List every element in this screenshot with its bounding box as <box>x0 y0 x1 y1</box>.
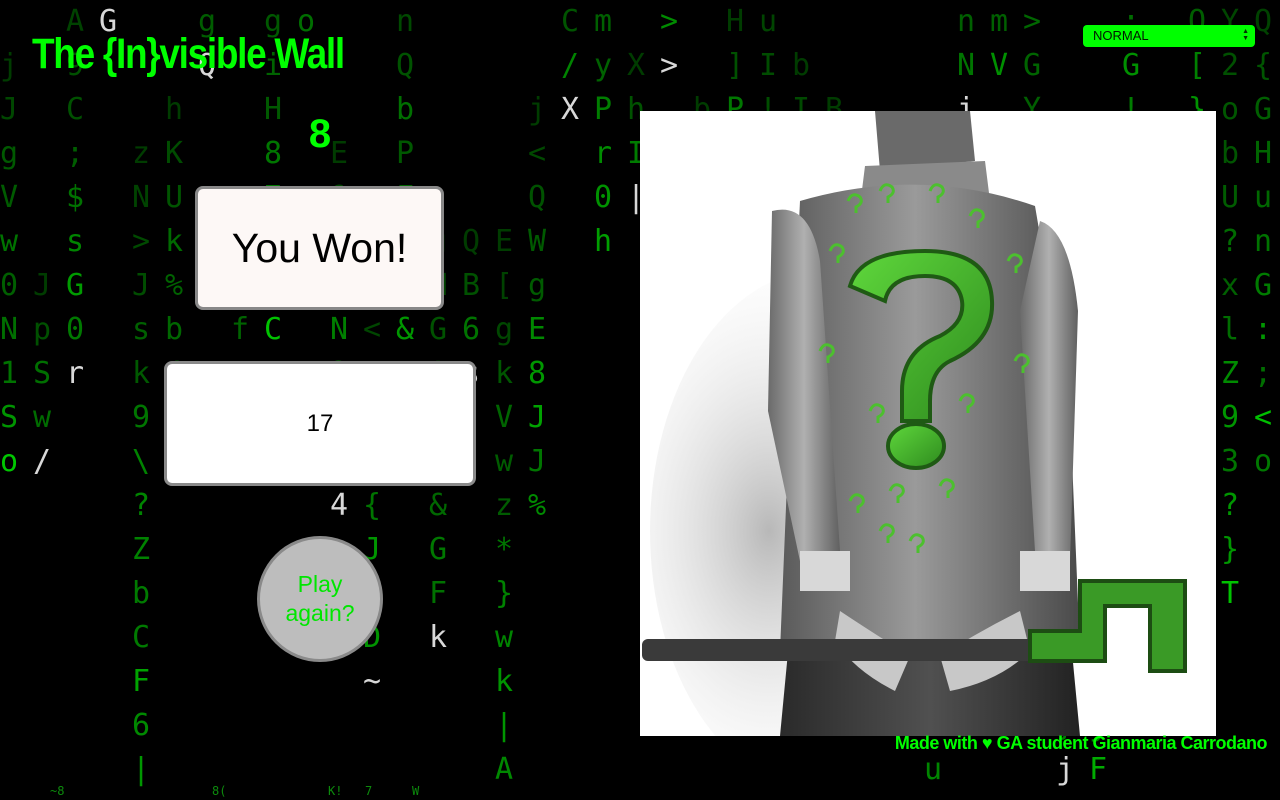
matrix-rain-column: myPr0h <box>594 4 613 259</box>
matrix-rain-column: Y 2 o b U? x l Z 9 3?} T <box>1221 4 1240 611</box>
matrix-rain-column: Jp Sw / <box>33 268 52 479</box>
matrix-rain-column: E[g k Vw z *} w k | A <box>495 224 514 787</box>
difficulty-select-value: NORMAL <box>1093 28 1149 43</box>
result-message-box: You Won! <box>195 186 444 310</box>
matrix-rain-column: jJgVw0N1So <box>0 48 19 479</box>
guess-counter: 8 <box>308 112 332 156</box>
footer-credit: Made with ♥ GA student Gianmaria Carroda… <box>894 733 1268 753</box>
riddler-image <box>640 111 1216 736</box>
app-root: jJgVw0N1So Jp Sw / A 9 C; $ s G 0 r G z N > Js k 9 \? Zb… <box>0 0 1280 800</box>
page-title: The {In}visible Wall <box>32 30 345 78</box>
difficulty-select[interactable]: NORMAL ▲ ▼ <box>1083 25 1255 47</box>
play-again-button[interactable]: Play again? <box>257 536 383 662</box>
matrix-rain-column: Q{G Hu n G:; < o <box>1254 4 1273 479</box>
matrix-rain-column: z N > Js k 9 \? Zb C F 6 | <box>132 136 151 787</box>
play-again-label: Play again? <box>285 571 355 626</box>
matrix-rain-column: A 9 C; $ s G 0 r <box>66 4 85 391</box>
matrix-rain-bottom-row: ~8 8(K! 7 W <box>50 784 420 798</box>
matrix-rain-column: C / X <box>561 4 580 127</box>
select-arrows-icon: ▲ ▼ <box>1242 28 1249 42</box>
guess-input[interactable] <box>164 361 476 486</box>
matrix-rain-column: j < Q Wg E 8 J J% <box>528 92 547 523</box>
matrix-rain-column: G <box>99 4 118 39</box>
result-message: You Won! <box>231 224 408 271</box>
